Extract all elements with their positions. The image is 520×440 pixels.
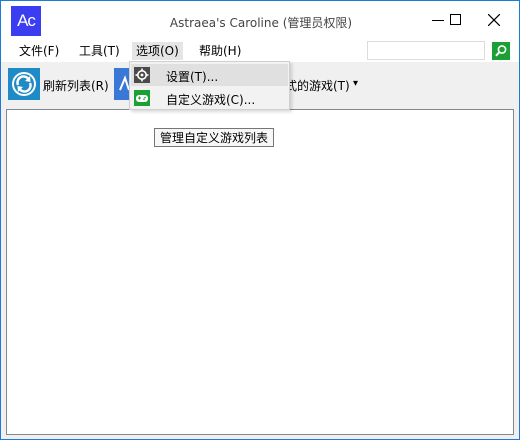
main-window: Ac Astraea's Caroline (管理员权限) 文件(F) 工具(T…: [0, 0, 520, 440]
game-list-area[interactable]: [6, 109, 514, 435]
game-mode-icon: [119, 75, 130, 91]
maximize-button[interactable]: [439, 7, 473, 33]
menu-item-settings[interactable]: 设置(T)...: [131, 64, 288, 86]
games-mode-label[interactable]: 式的游戏(T): [285, 77, 350, 94]
search-input[interactable]: [367, 41, 485, 60]
close-icon: [488, 14, 500, 26]
menu-options[interactable]: 选项(O): [132, 42, 183, 60]
games-button-icon[interactable]: [114, 68, 130, 100]
refresh-list-label[interactable]: 刷新列表(R): [43, 77, 109, 94]
games-dropdown-arrow[interactable]: ▾: [353, 78, 358, 89]
custom-games-label: 自定义游戏(C)...: [166, 93, 256, 107]
menu-item-custom-games[interactable]: 自定义游戏(C)...: [131, 87, 288, 109]
settings-label: 设置(T)...: [166, 70, 219, 84]
close-button[interactable]: [477, 7, 511, 33]
refresh-icon: [12, 72, 36, 96]
gamepad-icon: [134, 90, 150, 106]
gear-icon: [134, 67, 150, 83]
window-title: Astraea's Caroline (管理员权限): [169, 16, 353, 30]
menu-file[interactable]: 文件(F): [15, 42, 63, 60]
options-dropdown: 设置(T)... 自定义游戏(C)...: [129, 61, 290, 110]
maximize-icon: [450, 14, 461, 25]
refresh-list-button[interactable]: [8, 68, 40, 100]
menu-bar: 文件(F) 工具(T) 选项(O) 帮助(H): [1, 39, 519, 62]
menu-help[interactable]: 帮助(H): [195, 42, 245, 60]
search-button[interactable]: [492, 42, 510, 60]
menu-tools[interactable]: 工具(T): [75, 42, 124, 60]
custom-games-tooltip: 管理自定义游戏列表: [154, 128, 275, 147]
title-bar[interactable]: Ac Astraea's Caroline (管理员权限): [1, 1, 519, 39]
search-icon: [495, 45, 507, 57]
